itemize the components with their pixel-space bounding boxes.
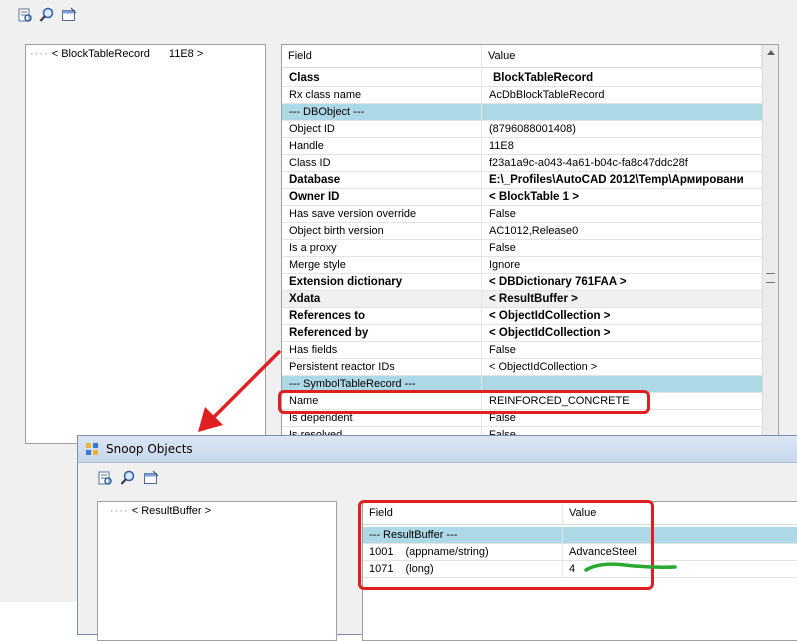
popup-tree-view[interactable]: ···· < ResultBuffer > — [97, 501, 337, 641]
main-grid-header: Field Value — [282, 45, 762, 68]
field-cell: Extension dictionary — [282, 274, 482, 291]
highlight-xdata-grid — [358, 500, 654, 590]
table-row[interactable]: Owner ID < BlockTable 1 > — [282, 189, 762, 206]
value-cell: BlockTableRecord — [482, 70, 762, 87]
value-cell: AC1012,Release0 — [482, 223, 762, 240]
value-cell — [482, 104, 762, 121]
value-column-header[interactable]: Value — [482, 45, 762, 67]
value-cell: E:\_Profiles\AutoCAD 2012\Temp\Армирован… — [482, 172, 762, 189]
value-cell: < ResultBuffer > — [482, 291, 762, 308]
field-cell: Persistent reactor IDs — [282, 359, 482, 376]
field-cell: Database — [282, 172, 482, 189]
field-cell: --- DBObject --- — [282, 104, 482, 121]
field-cell: Class ID — [282, 155, 482, 172]
field-cell: Xdata — [282, 291, 482, 308]
value-cell: 11E8 — [482, 138, 762, 155]
table-row[interactable]: Referenced by < ObjectIdCollection > — [282, 325, 762, 342]
value-cell: (8796088001408) — [482, 121, 762, 138]
table-row[interactable]: Class BlockTableRecord — [282, 70, 762, 87]
app-icon — [86, 443, 98, 455]
tree-node-label: < BlockTableRecord — [51, 48, 150, 60]
field-cell: Owner ID — [282, 189, 482, 206]
table-row[interactable]: Persistent reactor IDs < ObjectIdCollecti… — [282, 359, 762, 376]
table-row[interactable]: Database E:\_Profiles\AutoCAD 2012\Temp\А… — [282, 172, 762, 189]
popup-title: Snoop Objects — [106, 442, 193, 456]
field-cell: References to — [282, 308, 482, 325]
window-icon[interactable] — [61, 7, 77, 23]
highlight-name-row — [278, 390, 650, 414]
value-cell: < BlockTable 1 > — [482, 189, 762, 206]
main-toolbar — [0, 0, 797, 28]
table-row[interactable]: Handle 11E8 — [282, 138, 762, 155]
tree-connector: ···· — [110, 505, 129, 517]
scroll-grip-icon[interactable] — [766, 273, 775, 283]
search-icon[interactable] — [120, 470, 136, 486]
tree-connector: ···· — [30, 48, 49, 60]
table-row[interactable]: Object birth version AC1012,Release0 — [282, 223, 762, 240]
value-cell: False — [482, 240, 762, 257]
value-cell: False — [482, 206, 762, 223]
field-cell: Handle — [282, 138, 482, 155]
table-row[interactable]: Has save version override False — [282, 206, 762, 223]
table-row[interactable]: Class ID f23a1a9c-a043-4a61-b04c-fa8c47dd… — [282, 155, 762, 172]
value-cell: False — [482, 342, 762, 359]
tree-node-resultbuffer[interactable]: ···· < ResultBuffer > — [110, 505, 211, 517]
field-cell: Has fields — [282, 342, 482, 359]
value-cell: < ObjectIdCollection > — [482, 325, 762, 342]
table-row[interactable]: --- DBObject --- — [282, 104, 762, 121]
table-row[interactable]: Object ID (8796088001408) — [282, 121, 762, 138]
snoop-icon[interactable] — [97, 470, 113, 486]
table-row[interactable]: Is a proxy False — [282, 240, 762, 257]
tree-node-handle: 11E8 > — [168, 48, 204, 60]
main-grid-scrollbar[interactable] — [762, 45, 778, 443]
popup-toolbar — [78, 463, 797, 489]
scroll-up-arrow[interactable] — [767, 50, 775, 55]
table-row[interactable]: Merge style Ignore — [282, 257, 762, 274]
table-row[interactable]: Rx class name AcDbBlockTableRecord — [282, 87, 762, 104]
table-row[interactable]: Xdata < ResultBuffer > — [282, 291, 762, 308]
value-cell: < DBDictionary 761FAA > — [482, 274, 762, 291]
popup-title-bar[interactable]: Snoop Objects — [78, 436, 797, 463]
value-cell: f23a1a9c-a043-4a61-b04c-fa8c47ddc28f — [482, 155, 762, 172]
value-cell: Ignore — [482, 257, 762, 274]
field-cell: Rx class name — [282, 87, 482, 104]
field-cell: Referenced by — [282, 325, 482, 342]
field-column-header[interactable]: Field — [282, 45, 482, 67]
field-cell: Has save version override — [282, 206, 482, 223]
field-cell: Class — [282, 70, 482, 87]
value-cell: < ObjectIdCollection > — [482, 359, 762, 376]
field-cell: Object ID — [282, 121, 482, 138]
snoop-icon[interactable] — [17, 7, 33, 23]
tree-node-label: < ResultBuffer > — [131, 505, 212, 517]
table-row[interactable]: References to < ObjectIdCollection > — [282, 308, 762, 325]
field-cell: Object birth version — [282, 223, 482, 240]
main-tree-view[interactable]: ···· < BlockTableRecord 11E8 > — [25, 44, 266, 444]
tree-node-blocktablerecord[interactable]: ···· < BlockTableRecord 11E8 > — [30, 48, 203, 60]
field-cell: Is a proxy — [282, 240, 482, 257]
table-row[interactable]: Extension dictionary < DBDictionary 761FA… — [282, 274, 762, 291]
window-icon[interactable] — [143, 470, 159, 486]
field-cell: Merge style — [282, 257, 482, 274]
search-icon[interactable] — [39, 7, 55, 23]
main-property-grid[interactable]: Field Value Class BlockTableRecord Rx clas… — [281, 44, 779, 444]
table-row[interactable]: Has fields False — [282, 342, 762, 359]
value-cell: AcDbBlockTableRecord — [482, 87, 762, 104]
value-cell: < ObjectIdCollection > — [482, 308, 762, 325]
